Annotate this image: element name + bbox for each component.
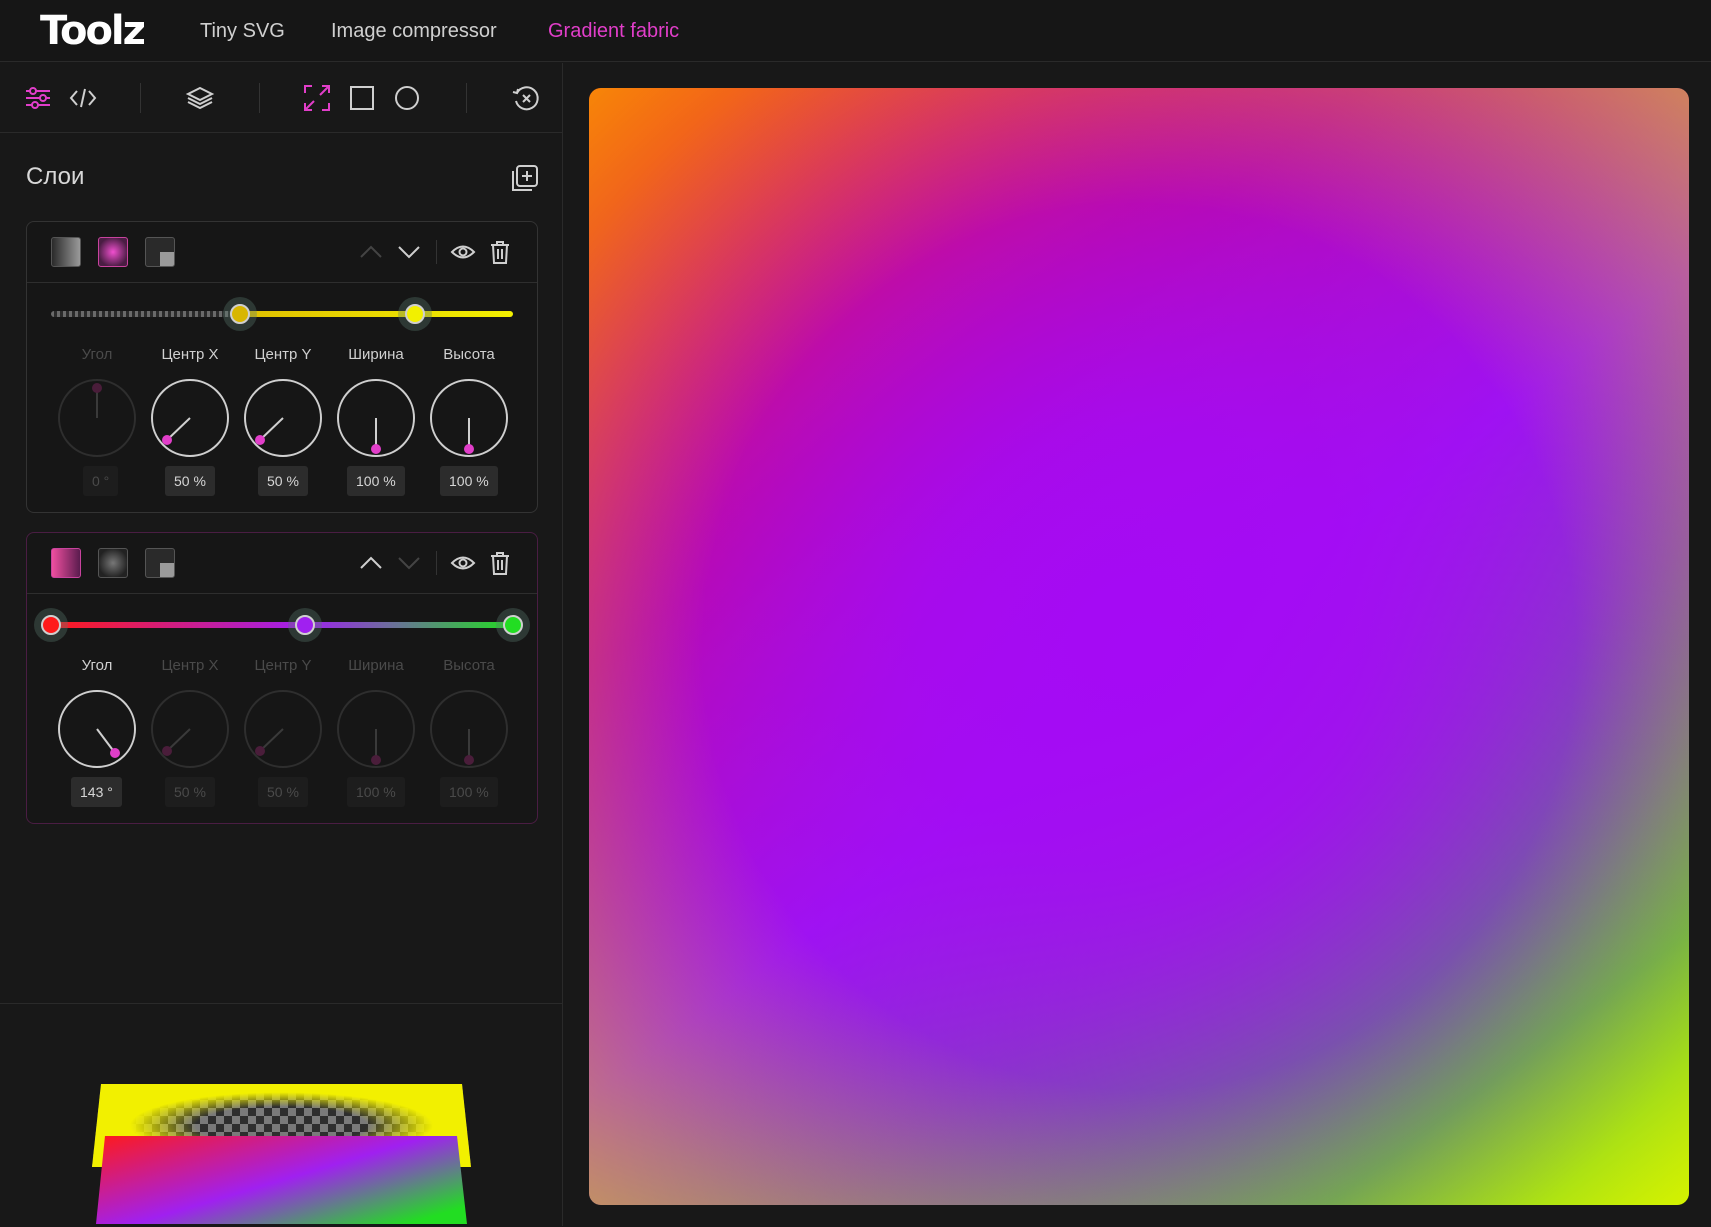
height-label: Высота bbox=[443, 657, 495, 674]
reset-icon[interactable] bbox=[510, 82, 542, 114]
angle-knob[interactable] bbox=[57, 689, 137, 769]
nav-gradient-fabric[interactable]: Gradient fabric bbox=[548, 20, 679, 43]
color-stop-handle[interactable] bbox=[295, 615, 315, 635]
center-y-knob[interactable] bbox=[243, 378, 323, 458]
height-knob[interactable] bbox=[429, 689, 509, 769]
height-value[interactable]: 100 % bbox=[440, 466, 498, 496]
gradient-stops-slider[interactable] bbox=[51, 622, 513, 628]
move-up-icon[interactable] bbox=[357, 238, 385, 266]
layer-card-2[interactable]: Угол Центр X Центр Y Ширина Высота 143 °… bbox=[26, 532, 538, 824]
toolbar-divider bbox=[466, 83, 467, 113]
layer-stack-preview bbox=[0, 1003, 563, 1226]
layer-header bbox=[27, 533, 537, 594]
color-stop-handle[interactable] bbox=[230, 304, 250, 324]
angle-label: Угол bbox=[81, 346, 113, 363]
linear-type-button[interactable] bbox=[51, 548, 81, 578]
height-value[interactable]: 100 % bbox=[440, 777, 498, 807]
conic-type-button[interactable] bbox=[145, 237, 175, 267]
top-bar: Toolz Tiny SVG Image compressor Gradient… bbox=[0, 0, 1711, 62]
color-stop-handle[interactable] bbox=[405, 304, 425, 324]
move-up-icon[interactable] bbox=[357, 549, 385, 577]
linear-type-button[interactable] bbox=[51, 237, 81, 267]
center-x-label: Центр X bbox=[161, 346, 219, 363]
gradient-canvas bbox=[589, 88, 1689, 1205]
header-divider bbox=[436, 551, 437, 575]
radial-type-button[interactable] bbox=[98, 237, 128, 267]
nav-image-compressor[interactable]: Image compressor bbox=[331, 20, 497, 43]
layer-stack-preview-graphic bbox=[92, 1084, 471, 1224]
width-knob[interactable] bbox=[336, 378, 416, 458]
trash-icon[interactable] bbox=[486, 549, 514, 577]
width-label: Ширина bbox=[348, 657, 404, 674]
toolbar bbox=[0, 63, 563, 133]
center-x-value[interactable]: 50 % bbox=[165, 777, 215, 807]
logo[interactable]: Toolz bbox=[40, 8, 146, 54]
angle-label: Угол bbox=[81, 657, 113, 674]
width-value[interactable]: 100 % bbox=[347, 777, 405, 807]
center-y-knob[interactable] bbox=[243, 689, 323, 769]
eye-icon[interactable] bbox=[449, 549, 477, 577]
toolbar-divider bbox=[140, 83, 141, 113]
move-down-icon[interactable] bbox=[395, 549, 423, 577]
center-x-knob[interactable] bbox=[150, 378, 230, 458]
nav-tiny-svg[interactable]: Tiny SVG bbox=[200, 20, 285, 43]
move-down-icon[interactable] bbox=[395, 238, 423, 266]
angle-value[interactable]: 143 ° bbox=[71, 777, 122, 807]
layers-icon[interactable] bbox=[184, 82, 216, 114]
color-stop-handle[interactable] bbox=[41, 615, 61, 635]
left-panel: Слои Угол Центр X Центр Y Ширина Высота bbox=[0, 63, 563, 1226]
radial-type-button[interactable] bbox=[98, 548, 128, 578]
center-x-knob[interactable] bbox=[150, 689, 230, 769]
add-layer-icon[interactable] bbox=[510, 163, 540, 193]
center-y-label: Центр Y bbox=[254, 657, 312, 674]
center-y-value[interactable]: 50 % bbox=[258, 777, 308, 807]
height-label: Высота bbox=[443, 346, 495, 363]
width-value[interactable]: 100 % bbox=[347, 466, 405, 496]
height-knob[interactable] bbox=[429, 378, 509, 458]
layers-title: Слои bbox=[26, 163, 85, 190]
width-label: Ширина bbox=[348, 346, 404, 363]
color-stop-handle[interactable] bbox=[503, 615, 523, 635]
layer-card-1[interactable]: Угол Центр X Центр Y Ширина Высота 0 ° 5… bbox=[26, 221, 538, 513]
center-y-value[interactable]: 50 % bbox=[258, 466, 308, 496]
gradient-stops-slider[interactable] bbox=[51, 311, 513, 317]
center-x-label: Центр X bbox=[161, 657, 219, 674]
header-divider bbox=[436, 240, 437, 264]
trash-icon[interactable] bbox=[486, 238, 514, 266]
circle-icon[interactable] bbox=[391, 82, 423, 114]
angle-value[interactable]: 0 ° bbox=[83, 466, 119, 496]
square-icon[interactable] bbox=[346, 82, 378, 114]
eye-icon[interactable] bbox=[449, 238, 477, 266]
width-knob[interactable] bbox=[336, 689, 416, 769]
expand-icon[interactable] bbox=[301, 82, 333, 114]
sliders-icon[interactable] bbox=[22, 82, 54, 114]
center-x-value[interactable]: 50 % bbox=[165, 466, 215, 496]
center-y-label: Центр Y bbox=[254, 346, 312, 363]
code-icon[interactable] bbox=[67, 82, 99, 114]
toolbar-divider bbox=[259, 83, 260, 113]
angle-knob[interactable] bbox=[57, 378, 137, 458]
conic-type-button[interactable] bbox=[145, 548, 175, 578]
layer-header bbox=[27, 222, 537, 283]
